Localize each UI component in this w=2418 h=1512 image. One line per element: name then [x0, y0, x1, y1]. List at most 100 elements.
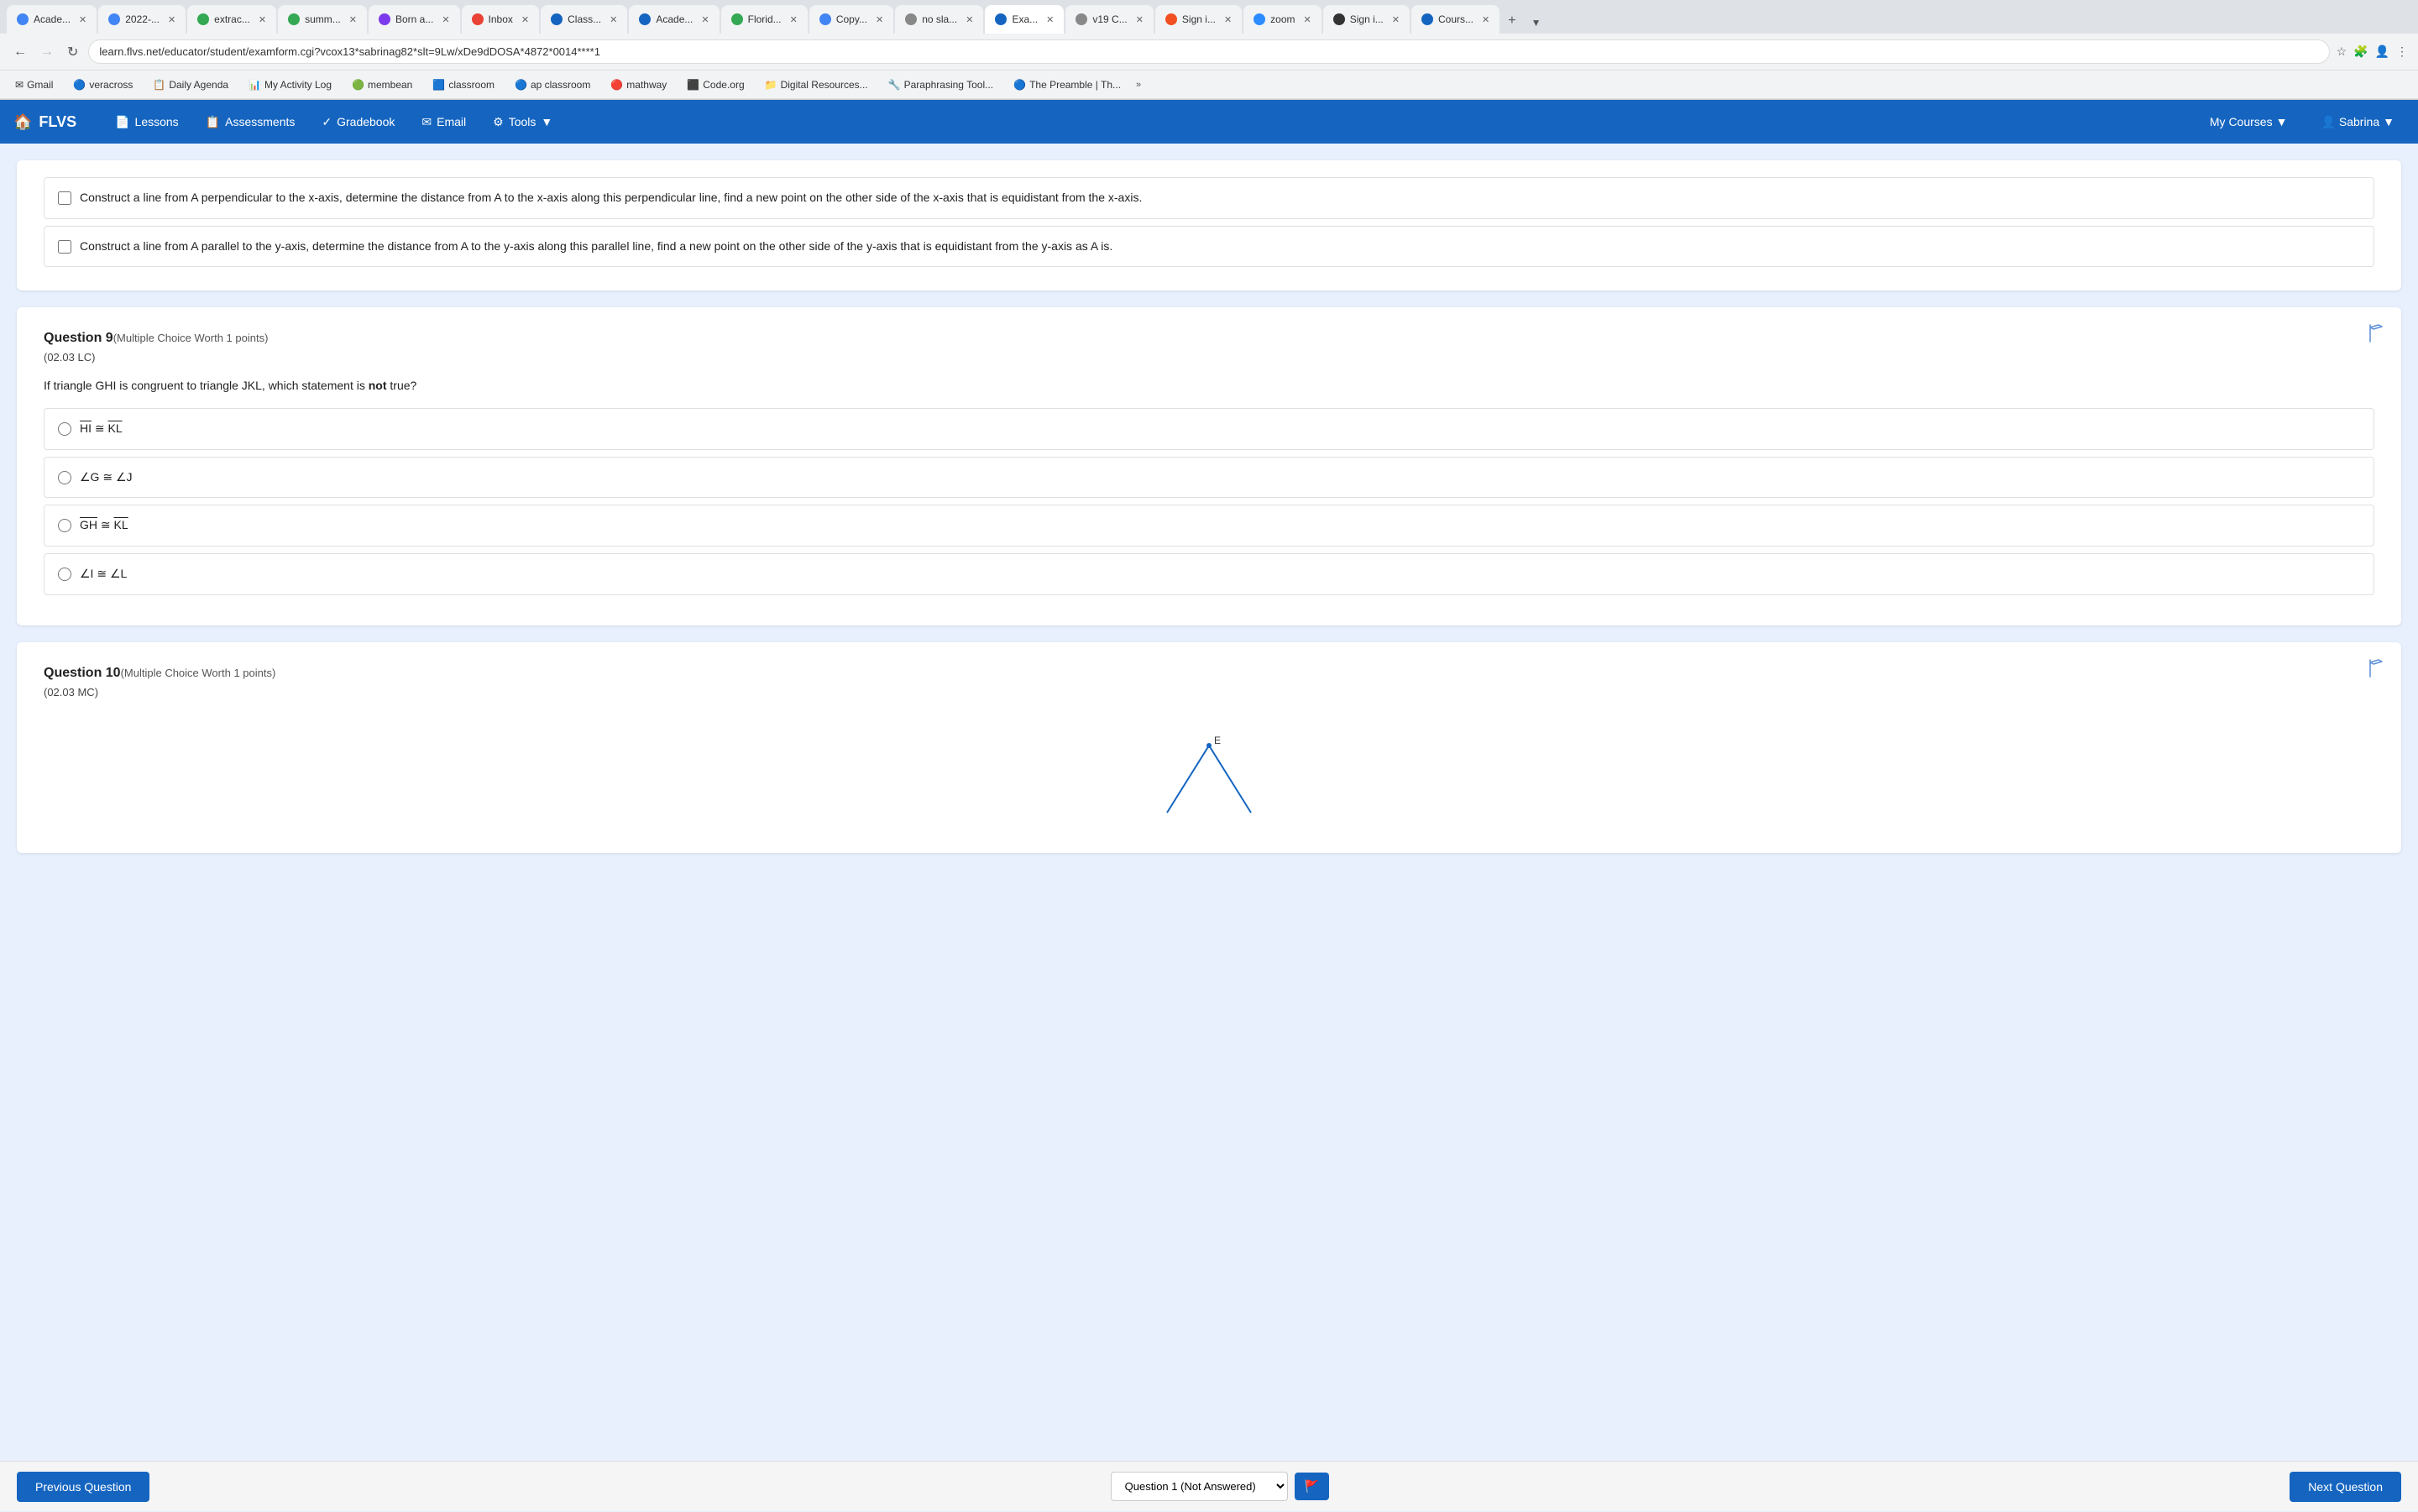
tab-4[interactable]: summ... ✕	[278, 5, 367, 34]
nav-gradebook[interactable]: ✓ Gradebook	[310, 108, 406, 136]
tab-2[interactable]: 2022-... ✕	[98, 5, 186, 34]
tab-label-14: Sign i...	[1182, 13, 1216, 25]
bookmark-paraphrasing[interactable]: 🔧 Paraphrasing Tool...	[883, 77, 998, 92]
tab-13[interactable]: v19 C... ✕	[1065, 5, 1154, 34]
question-9-number: Question 9	[44, 331, 113, 345]
question-9-option-c[interactable]: GH ≅ KL	[44, 505, 2374, 547]
address-bar: ← → ↻ ☆ 🧩 👤 ⋮	[0, 34, 2418, 71]
radio-q9-d[interactable]	[58, 568, 71, 581]
tab-close-4[interactable]: ✕	[349, 14, 357, 25]
tab-close-6[interactable]: ✕	[521, 14, 529, 25]
tab-close-8[interactable]: ✕	[701, 14, 709, 25]
bookmark-veracross[interactable]: 🔵 veracross	[68, 77, 138, 92]
tab-close-3[interactable]: ✕	[259, 14, 266, 25]
menu-icon[interactable]: ⋮	[2396, 44, 2408, 59]
gmail-favicon: ✉	[15, 79, 24, 91]
checkbox-2[interactable]	[58, 240, 71, 254]
tab-1[interactable]: Acade... ✕	[7, 5, 97, 34]
tab-close-7[interactable]: ✕	[610, 14, 617, 25]
tab-5[interactable]: Born a... ✕	[369, 5, 460, 34]
ap-classroom-favicon: 🔵	[515, 79, 527, 91]
back-button[interactable]: ←	[10, 41, 30, 63]
bookmark-codeorg[interactable]: ⬛ Code.org	[682, 77, 749, 92]
radio-q9-b[interactable]	[58, 471, 71, 484]
tab-11[interactable]: no sla... ✕	[895, 5, 983, 34]
tab-close-9[interactable]: ✕	[790, 14, 798, 25]
bookmark-classroom[interactable]: 🟦 classroom	[427, 77, 500, 92]
address-input[interactable]	[88, 39, 2329, 64]
tab-favicon-14	[1165, 13, 1177, 25]
question-9-option-a[interactable]: HI ≅ KL	[44, 408, 2374, 450]
tab-close-2[interactable]: ✕	[168, 14, 175, 25]
tab-label-3: extrac...	[214, 13, 250, 25]
nav-assessments[interactable]: 📋 Assessments	[194, 108, 307, 136]
radio-q9-a[interactable]	[58, 422, 71, 436]
forward-button[interactable]: →	[37, 41, 57, 63]
tab-close-14[interactable]: ✕	[1224, 14, 1232, 25]
next-question-button[interactable]: Next Question	[2290, 1472, 2401, 1502]
checkbox-option-2-text: Construct a line from A parallel to the …	[80, 238, 1112, 255]
question-select[interactable]: Question 1 (Not Answered) Question 2 (No…	[1111, 1472, 1288, 1501]
checkbox-1[interactable]	[58, 191, 71, 205]
tab-6[interactable]: Inbox ✕	[462, 5, 540, 34]
extensions-icon[interactable]: 🧩	[2353, 44, 2368, 59]
new-tab-button[interactable]: +	[1501, 8, 1522, 34]
tab-close-5[interactable]: ✕	[442, 14, 449, 25]
bookmark-ap-classroom[interactable]: 🔵 ap classroom	[510, 77, 595, 92]
bookmark-mathway[interactable]: 🔴 mathway	[605, 77, 672, 92]
checkbox-option-1[interactable]: Construct a line from A perpendicular to…	[44, 177, 2374, 219]
bookmark-daily-agenda[interactable]: 📋 Daily Agenda	[148, 77, 233, 92]
nav-tools[interactable]: ⚙ Tools ▼	[481, 108, 564, 136]
checkbox-option-2[interactable]: Construct a line from A parallel to the …	[44, 226, 2374, 268]
bookmarks-overflow[interactable]: »	[1136, 80, 1141, 90]
tab-close-12[interactable]: ✕	[1046, 14, 1054, 25]
tab-close-1[interactable]: ✕	[79, 14, 86, 25]
tab-12-active[interactable]: Exa... ✕	[985, 5, 1064, 34]
reload-button[interactable]: ↻	[64, 40, 81, 64]
tab-14[interactable]: Sign i... ✕	[1155, 5, 1242, 34]
tab-16[interactable]: Sign i... ✕	[1323, 5, 1410, 34]
membean-label: membean	[368, 79, 412, 91]
question-9-flag[interactable]	[2368, 324, 2384, 347]
question-9-option-b[interactable]: ∠G ≅ ∠J	[44, 457, 2374, 499]
question-9-option-d[interactable]: ∠I ≅ ∠L	[44, 553, 2374, 595]
bookmark-gmail[interactable]: ✉ Gmail	[10, 77, 58, 92]
bookmark-digital-resources[interactable]: 📁 Digital Resources...	[760, 77, 873, 92]
tab-close-17[interactable]: ✕	[1482, 14, 1489, 25]
nav-logo[interactable]: 🏠 FLVS	[13, 113, 76, 131]
tab-close-13[interactable]: ✕	[1136, 14, 1144, 25]
tab-label-12: Exa...	[1012, 13, 1038, 25]
profile-icon[interactable]: 👤	[2375, 44, 2389, 59]
lessons-label: Lessons	[135, 115, 179, 128]
tab-close-15[interactable]: ✕	[1304, 14, 1311, 25]
bookmark-activity-log[interactable]: 📊 My Activity Log	[243, 77, 337, 92]
tab-15[interactable]: zoom ✕	[1243, 5, 1322, 34]
tab-8[interactable]: Acade... ✕	[629, 5, 719, 34]
nav-email[interactable]: ✉ Email	[410, 108, 478, 136]
star-icon[interactable]: ☆	[2337, 44, 2347, 59]
tools-icon: ⚙	[493, 115, 504, 129]
previous-question-button[interactable]: Previous Question	[17, 1472, 149, 1502]
nav-lessons[interactable]: 📄 Lessons	[103, 108, 191, 136]
tab-close-16[interactable]: ✕	[1392, 14, 1400, 25]
tab-10[interactable]: Copy... ✕	[809, 5, 893, 34]
nav-my-courses[interactable]: My Courses ▼	[2200, 108, 2298, 136]
activity-log-label: My Activity Log	[264, 79, 332, 91]
tab-7[interactable]: Class... ✕	[541, 5, 627, 34]
tab-close-10[interactable]: ✕	[876, 14, 883, 25]
bookmark-membean[interactable]: 🟢 membean	[347, 77, 417, 92]
tab-close-11[interactable]: ✕	[966, 14, 973, 25]
radio-q9-c[interactable]	[58, 519, 71, 532]
tab-3[interactable]: extrac... ✕	[187, 5, 276, 34]
tab-17[interactable]: Cours... ✕	[1411, 5, 1499, 34]
nav-user[interactable]: 👤 Sabrina ▼	[2311, 108, 2405, 136]
question-10-points: (Multiple Choice Worth 1 points)	[121, 667, 276, 679]
gh-bar: GH	[80, 518, 97, 531]
tab-favicon-13	[1076, 13, 1087, 25]
bookmark-preamble[interactable]: 🔵 The Preamble | Th...	[1008, 77, 1126, 92]
tab-overflow-button[interactable]: ▼	[1525, 12, 1548, 34]
flag-question-button[interactable]: 🚩	[1295, 1473, 1329, 1500]
tab-9[interactable]: Florid... ✕	[721, 5, 808, 34]
question-10-flag[interactable]	[2368, 659, 2384, 682]
tab-label-9: Florid...	[748, 13, 782, 25]
